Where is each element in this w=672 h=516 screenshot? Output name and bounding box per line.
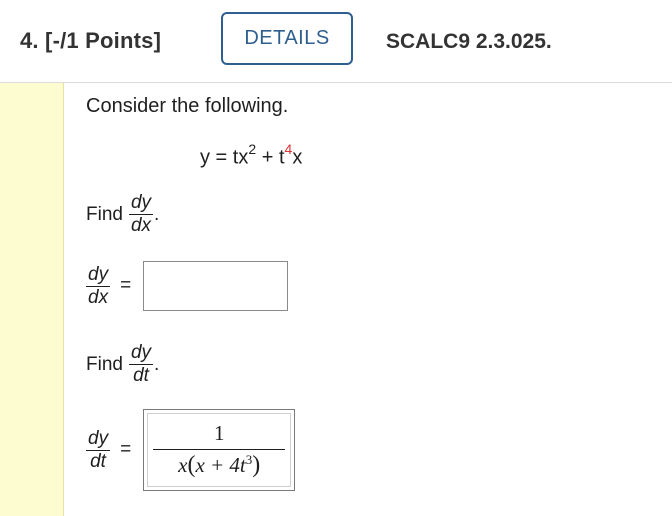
part1-find-fraction: dy dx — [128, 192, 154, 236]
problem-equation: y = tx2 + t4x — [200, 141, 303, 170]
part2-find-label: Find dy dt . — [86, 343, 159, 386]
equation-exponent-2: 4 — [284, 141, 293, 157]
part1-find-label: Find dy dx . — [86, 193, 159, 236]
question-title: 4. [-/1 Points] — [20, 28, 162, 53]
part2-equals-sign: = — [120, 439, 132, 460]
equation-suffix: x — [292, 146, 303, 169]
part2-answer-input[interactable]: 1 x(x + 4t3) — [143, 409, 296, 491]
part2-answer-fraction: dy dt — [86, 427, 111, 472]
question-highlight-bar — [0, 83, 64, 516]
answer-den-close-paren: ) — [252, 452, 261, 478]
part2-find-frac-num: dy — [128, 342, 154, 365]
equation-mid: + t — [256, 146, 285, 169]
part1-answer-input[interactable] — [143, 261, 289, 311]
part2-answer-row: dy dt = 1 x(x + 4t3) — [86, 409, 296, 491]
answer-denominator: x(x + 4t3) — [178, 450, 260, 479]
details-button[interactable]: DETAILS — [221, 12, 353, 65]
part2-find-frac-den: dt — [133, 365, 149, 386]
part1-answer-frac-num: dy — [86, 263, 111, 287]
part1-answer-frac-den: dx — [88, 286, 109, 308]
problem-source: SCALC9 2.3.025. — [386, 30, 552, 53]
part1-equals-sign: = — [120, 275, 132, 296]
part2-find-fraction: dy dt — [128, 342, 154, 386]
part2-find-period: . — [154, 353, 160, 375]
equation-exponent-1: 2 — [248, 141, 257, 157]
question-body: Consider the following. y = tx2 + t4x Fi… — [64, 83, 672, 516]
part2-find-text: Find — [86, 353, 123, 375]
answer-numerator: 1 — [153, 421, 286, 450]
question-header: 4. [-/1 Points] DETAILS SCALC9 2.3.025. — [0, 0, 672, 83]
part1-answer-row: dy dx = — [86, 261, 289, 311]
answer-den-inner: x + 4t — [195, 453, 246, 477]
part2-answer-frac-num: dy — [86, 427, 111, 451]
equation-prefix: y = tx — [200, 146, 249, 169]
problem-prompt: Consider the following. — [86, 95, 289, 117]
part1-find-frac-den: dx — [130, 215, 152, 236]
part1-answer-fraction: dy dx — [86, 263, 111, 308]
part2-answer-frac-den: dt — [90, 450, 106, 472]
part1-find-frac-num: dy — [128, 192, 154, 215]
part1-find-period: . — [154, 203, 160, 225]
part1-find-text: Find — [86, 203, 123, 225]
part2-answer-expression: 1 x(x + 4t3) — [147, 413, 292, 487]
